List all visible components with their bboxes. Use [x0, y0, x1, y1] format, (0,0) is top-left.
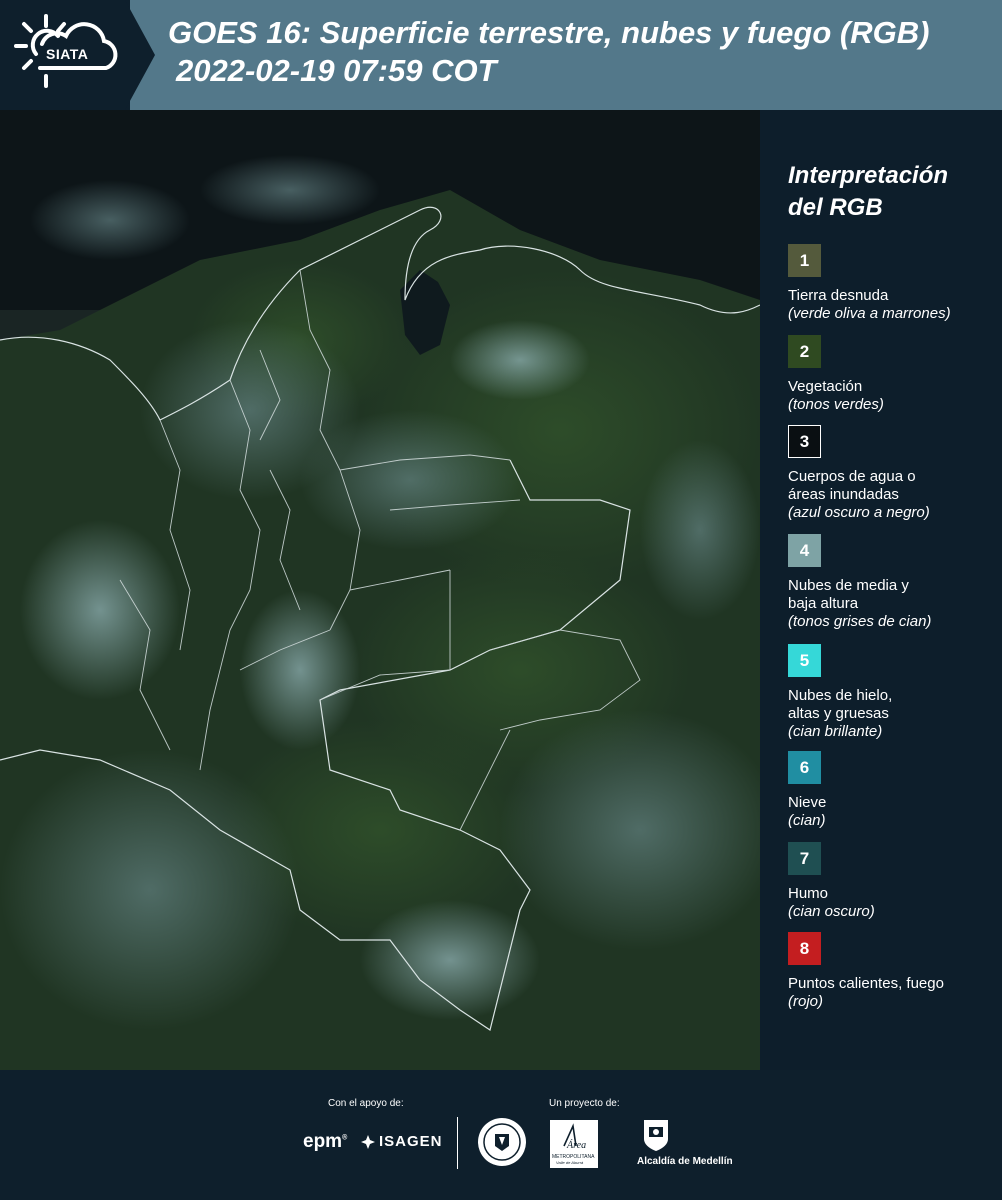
satellite-image	[0, 110, 760, 1070]
legend-item-label-line-2: baja altura	[788, 595, 859, 612]
legend-swatch: 8	[788, 932, 821, 965]
legend-item-desc: (rojo)	[788, 993, 824, 1010]
legend-item: 3 Cuerpos de agua o áreas inundadas (azu…	[788, 425, 998, 522]
legend-item-text: Nubes de hielo, altas y gruesas (cian br…	[788, 687, 998, 741]
isagen-logo[interactable]: ISAGEN	[360, 1133, 443, 1150]
legend-panel: Interpretación del RGB 1 Tierra desnuda …	[760, 110, 1002, 1070]
legend-item-label: Puntos calientes, fuego	[788, 975, 944, 992]
legend-swatch: 6	[788, 751, 821, 784]
seal-icon[interactable]	[477, 1117, 527, 1167]
area-sub-2: Valle de Aburrá	[556, 1160, 584, 1165]
legend-item: 6 Nieve (cian)	[788, 751, 998, 830]
legend-swatch: 3	[788, 425, 821, 458]
alcaldia-label: Alcaldía de Medellín	[637, 1156, 733, 1167]
legend-title: Interpretación del RGB	[788, 160, 948, 224]
legend-item-desc: (tonos grises de cian)	[788, 613, 932, 630]
legend-item-desc: (azul oscuro a negro)	[788, 504, 930, 521]
legend-item: 1 Tierra desnuda (verde oliva a marrones…	[788, 244, 998, 323]
page-title: GOES 16: Superficie terrestre, nubes y f…	[168, 14, 929, 90]
legend-item-text: Nubes de media y baja altura (tonos gris…	[788, 577, 998, 631]
area-name: Área	[566, 1139, 586, 1151]
legend-item-label: Vegetación	[788, 378, 863, 395]
legend-item-label: Nieve	[788, 794, 827, 811]
legend-item-label-line-2: áreas inundadas	[788, 486, 899, 503]
legend-title-line-1: Interpretación	[788, 162, 949, 189]
area-metropolitana-logo[interactable]: Área METROPOLITANA Valle de Aburrá	[550, 1120, 598, 1168]
area-mark-icon: Área METROPOLITANA Valle de Aburrá	[552, 1123, 595, 1165]
medellin-crest-icon[interactable]	[641, 1117, 671, 1153]
legend-item-text: Tierra desnuda (verde oliva a marrones)	[788, 287, 998, 323]
legend-item-text: Humo (cian oscuro)	[788, 885, 998, 921]
legend-item: 4 Nubes de media y baja altura (tonos gr…	[788, 534, 998, 631]
legend-swatch: 2	[788, 335, 821, 368]
legend-swatch: 7	[788, 842, 821, 875]
legend-item-desc: (cian brillante)	[788, 723, 883, 740]
legend-item-text: Cuerpos de agua o áreas inundadas (azul …	[788, 468, 998, 522]
legend-item: 2 Vegetación (tonos verdes)	[788, 335, 998, 414]
legend-item-label: Cuerpos de agua o	[788, 468, 916, 485]
legend-item: 7 Humo (cian oscuro)	[788, 842, 998, 921]
epm-logo-text: epm	[303, 1131, 343, 1152]
legend-swatch: 5	[788, 644, 821, 677]
legend-item: 5 Nubes de hielo, altas y gruesas (cian …	[788, 644, 998, 741]
footer: Con el apoyo de: Un proyecto de: epm® IS…	[0, 1070, 1002, 1200]
isagen-mark-icon	[361, 1134, 375, 1149]
epm-logo[interactable]: epm®	[303, 1131, 347, 1153]
title-line-2: 2022-02-19 07:59 COT	[176, 53, 497, 88]
legend-title-line-2: del RGB	[788, 194, 883, 221]
legend-item-desc: (verde oliva a marrones)	[788, 305, 951, 322]
satellite-map[interactable]	[0, 110, 760, 1070]
header-bar: SIATA GOES 16: Superficie terrestre, nub…	[0, 0, 1002, 110]
legend-item-label: Tierra desnuda	[788, 287, 889, 304]
header-chevron	[125, 0, 155, 110]
legend-item-text: Vegetación (tonos verdes)	[788, 378, 998, 414]
legend-item-desc: (tonos verdes)	[788, 396, 884, 413]
legend-item-desc: (cian oscuro)	[788, 903, 875, 920]
legend-item-label: Humo	[788, 885, 829, 902]
title-line-1: GOES 16: Superficie terrestre, nubes y f…	[168, 15, 930, 50]
legend-item-label: Nubes de media y	[788, 577, 909, 594]
legend-item-label: Nubes de hielo,	[788, 687, 893, 704]
legend-item-text: Nieve (cian)	[788, 794, 998, 830]
legend-item-text: Puntos calientes, fuego (rojo)	[788, 975, 998, 1011]
legend-item: 8 Puntos calientes, fuego (rojo)	[788, 932, 998, 1011]
legend-swatch: 4	[788, 534, 821, 567]
legend-item-desc: (cian)	[788, 812, 826, 829]
footer-divider	[457, 1117, 458, 1169]
isagen-logo-text: ISAGEN	[379, 1133, 443, 1150]
project-label: Un proyecto de:	[549, 1098, 620, 1109]
legend-item-label-line-2: altas y gruesas	[788, 705, 889, 722]
support-label: Con el apoyo de:	[328, 1098, 404, 1109]
legend-swatch: 1	[788, 244, 821, 277]
